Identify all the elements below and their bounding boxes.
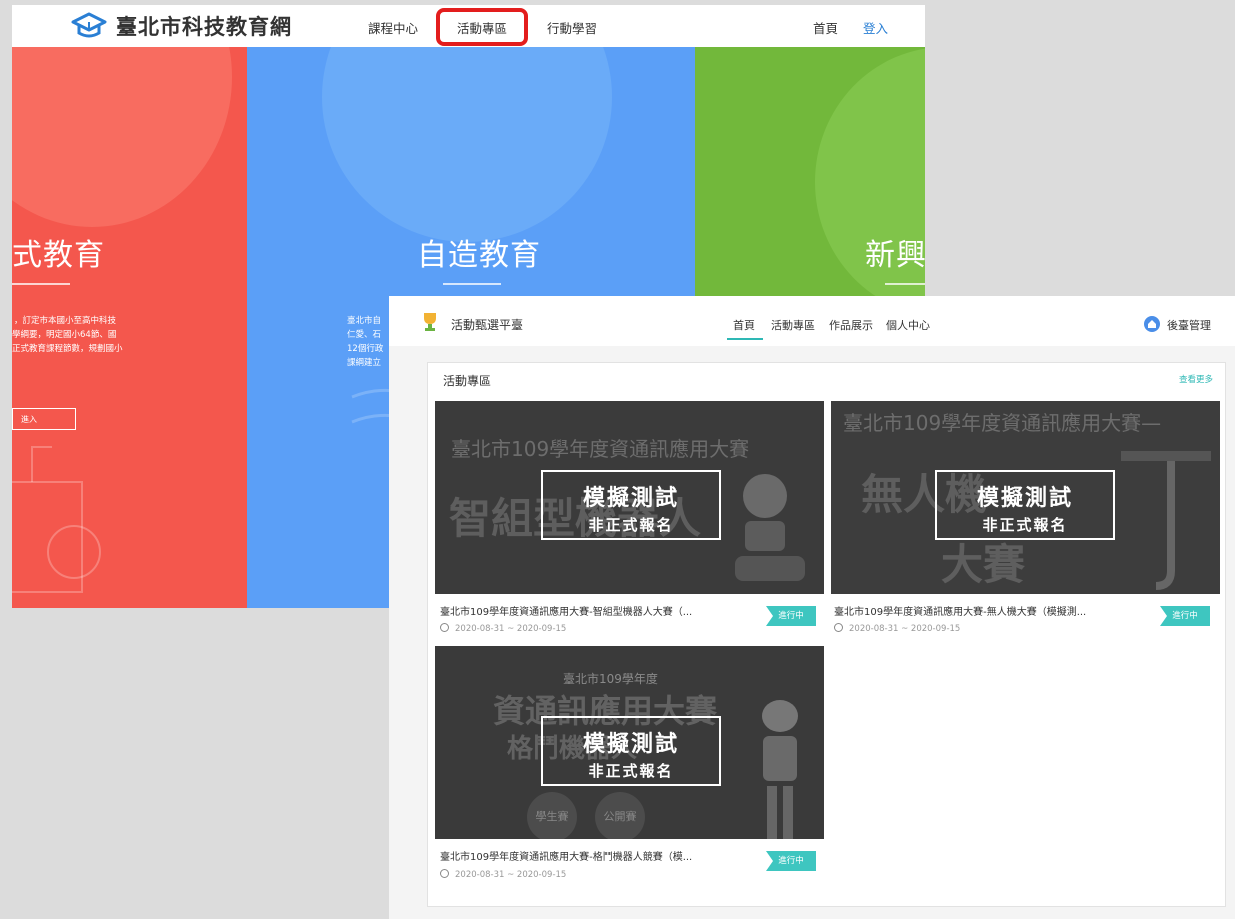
- status-badge: 進行中: [1160, 606, 1210, 626]
- activity-banner-drone[interactable]: 臺北市109學年度資通訊應用大賽— 無人機 大賽 模擬測試 非正式報名: [831, 401, 1220, 594]
- panel-red-desc-3: 正式教育課程節數，規劃國小: [12, 344, 123, 354]
- panel-blue-desc-1: 臺北市自: [347, 316, 382, 326]
- nav-works[interactable]: 作品展示: [829, 317, 873, 333]
- graduation-cap-icon: [71, 12, 107, 38]
- overlay-line1: 模擬測試: [582, 732, 679, 757]
- panel-red-desc-2: 學綱要，明定國小64節、國: [12, 330, 117, 340]
- clock-icon: [440, 623, 449, 632]
- panel-formal-education[interactable]: 式教育 ，訂定市本國小至高中科技 學綱要，明定國小64節、國 正式教育課程節數，…: [12, 47, 247, 608]
- nav-course-center[interactable]: 課程中心: [368, 18, 418, 37]
- activity-zone-highlight: [436, 8, 528, 46]
- banner-subtitle: 臺北市109學年度: [563, 672, 658, 686]
- site-logo[interactable]: 臺北市科技教育網: [70, 11, 292, 41]
- nav-active-indicator: [727, 338, 763, 340]
- activity-title[interactable]: 臺北市109學年度資通訊應用大賽-格鬥機器人競賽（模...: [440, 848, 692, 863]
- activity-title[interactable]: 臺北市109學年度資通訊應用大賽-智組型機器人大賽（...: [440, 603, 692, 618]
- decor-blob: [322, 47, 612, 242]
- nav-login[interactable]: 登入: [863, 18, 888, 37]
- overlay-line2: 非正式報名: [588, 762, 674, 780]
- simulation-overlay: 模擬測試 非正式報名: [935, 470, 1115, 540]
- overlay-line2: 非正式報名: [982, 516, 1068, 534]
- status-badge: 進行中: [766, 606, 816, 626]
- activity-date: 2020-08-31 ~ 2020-09-15: [834, 623, 960, 634]
- nav-home[interactable]: 首頁: [733, 317, 755, 333]
- robot-icon: [735, 474, 805, 581]
- overlay-line1: 模擬測試: [582, 486, 679, 511]
- panel-blue-desc-3: 12個行政: [347, 344, 384, 354]
- admin-link[interactable]: 後臺管理: [1167, 317, 1211, 333]
- activity-date: 2020-08-31 ~ 2020-09-15: [440, 623, 566, 634]
- panel-red-desc-1: ，訂定市本國小至高中科技: [14, 316, 117, 326]
- activity-selection-window: 活動甄選平臺 首頁 活動專區 作品展示 個人中心 後臺管理 活動專區 查看更多 …: [389, 296, 1235, 919]
- panel-green-title: 新興科: [865, 238, 925, 273]
- site-header: 臺北市科技教育網 課程中心 活動專區 行動學習 首頁 登入: [12, 5, 925, 47]
- platform-header: 活動甄選平臺 首頁 活動專區 作品展示 個人中心 後臺管理: [389, 296, 1235, 346]
- admin-home-icon[interactable]: [1144, 316, 1160, 332]
- badge-student: 學生賽: [527, 792, 577, 839]
- panel-blue-title: 自造教育: [417, 238, 541, 273]
- section-title: 活動專區: [443, 374, 492, 388]
- overlay-line2: 非正式報名: [588, 516, 674, 534]
- simulation-overlay: 模擬測試 非正式報名: [541, 470, 721, 540]
- activity-date: 2020-08-31 ~ 2020-09-15: [440, 869, 566, 880]
- trophy-icon: [424, 313, 436, 331]
- banner-subtitle: 臺北市109學年度資通訊應用大賽: [451, 437, 750, 461]
- title-underline: [12, 283, 70, 285]
- badge-open: 公開賽: [595, 792, 645, 839]
- platform-title: 活動甄選平臺: [451, 318, 524, 332]
- activity-title[interactable]: 臺北市109學年度資通訊應用大賽-無人機大賽（模擬測...: [834, 603, 1086, 618]
- overlay-line1: 模擬測試: [976, 486, 1073, 511]
- activity-banner-combat-robot[interactable]: 臺北市109學年度 資通訊應用大賽 格鬥機器人 學生賽 公開賽 模擬測試 非正式…: [435, 646, 824, 839]
- title-underline: [443, 283, 501, 285]
- title-underline: [885, 283, 925, 285]
- nav-activity-zone[interactable]: 活動專區: [771, 317, 815, 333]
- enter-button[interactable]: 進入: [12, 408, 76, 430]
- nav-home[interactable]: 首頁: [813, 18, 838, 37]
- decor-blob: [815, 47, 925, 317]
- combat-robot-icon: [762, 700, 798, 839]
- status-badge: 進行中: [766, 851, 816, 871]
- panel-blue-desc-4: 課綱建立: [347, 358, 382, 368]
- clock-icon: [834, 623, 843, 632]
- panel-blue-desc-2: 仁愛、石: [347, 330, 382, 340]
- view-more-link[interactable]: 查看更多: [1179, 373, 1213, 385]
- decor-blob: [12, 47, 232, 227]
- clock-icon: [440, 869, 449, 878]
- simulation-overlay: 模擬測試 非正式報名: [541, 716, 721, 786]
- panel-red-title: 式教育: [12, 238, 105, 273]
- nav-personal-center[interactable]: 個人中心: [886, 317, 930, 333]
- mug-icon: [12, 446, 101, 593]
- banner-bg-text-2: 大賽: [941, 540, 1026, 589]
- nav-mobile-learning[interactable]: 行動學習: [547, 18, 597, 37]
- activity-banner-robot[interactable]: 臺北市109學年度資通訊應用大賽 智組型機器人 模擬測試 非正式報名: [435, 401, 824, 594]
- site-title: 臺北市科技教育網: [116, 15, 292, 39]
- activity-zone-section: 活動專區 查看更多 臺北市109學年度資通訊應用大賽 智組型機器人 模擬測試 非…: [427, 362, 1226, 907]
- drone-icon: [1121, 451, 1211, 590]
